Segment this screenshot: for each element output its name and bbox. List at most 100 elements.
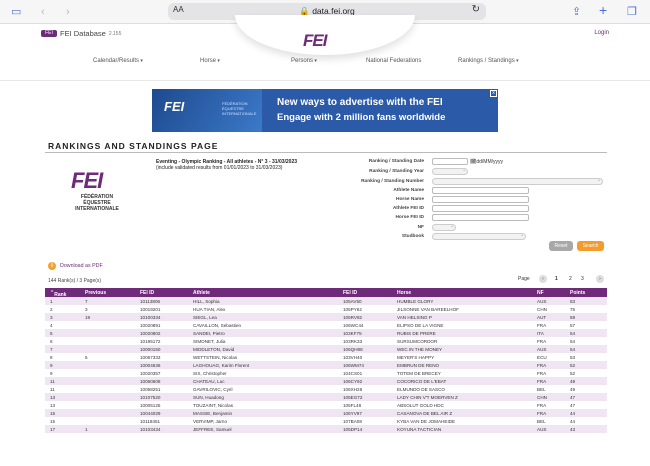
table-row[interactable]: 11 10060608 CHATEAU, Luc 106CY92 COCORICO DE… [45,377,607,385]
nav-national-federations[interactable]: National Federations [366,58,421,64]
cell-horse[interactable]: HUMBLE GLORY [397,299,433,304]
header-nf[interactable]: NF [537,290,544,296]
cell-horse-fei-id[interactable]: 106QH98 [343,347,363,352]
cell-athlete[interactable]: MASSIE, Benjamin [193,411,232,416]
cell-athlete-fei-id[interactable]: 10103434 [140,427,160,432]
page-1-link[interactable]: 1 [555,276,558,282]
download-pdf-link[interactable]: ⇩ Download as PDF [48,262,103,270]
cell-athlete[interactable]: SIMONET, Julia [193,339,225,344]
cell-horse-fei-id[interactable]: 106WM74 [343,363,364,368]
cell-athlete-fei-id[interactable]: 10000150 [140,347,160,352]
header-rank[interactable]: ⌃ Rank [50,290,66,298]
cell-athlete-fei-id[interactable]: 10019201 [140,307,160,312]
cell-athlete-fei-id[interactable]: 10005125 [140,403,160,408]
cell-horse[interactable]: COCORICO DE L'EBAT [397,379,446,384]
cell-athlete-fei-id[interactable]: 10107520 [140,395,160,400]
table-row[interactable]: 7 10000150 MIDDLETON, David 106QH98 WEC IN T… [45,345,607,353]
back-icon[interactable]: ‹ [41,4,45,20]
cell-athlete[interactable]: HILL, Sophia [193,299,220,304]
table-row[interactable]: 9 10020357 SIX, Christopher 104CS01 TOTEM DE… [45,369,607,377]
header-points[interactable]: Points [570,290,585,296]
table-row[interactable]: 5 10020802 SANDEI, Pietro 103KF75 RUBIS DE P… [45,329,607,337]
nav-persons[interactable]: Persons [291,58,317,64]
athlete-name-input[interactable] [432,187,529,194]
table-row[interactable]: 13 10107520 SUN, Huadong 105EG72 LADY CHIN V… [45,393,607,401]
table-row[interactable]: 1 7 10113806 HILL, Sophia 105AV50 HUMBLE GLOR… [45,297,607,305]
cell-horse[interactable]: ABSOLUT GOLD HDC [397,403,444,408]
horse-name-input[interactable] [432,196,529,203]
studbook-select[interactable]: ◦ [432,233,526,240]
cell-athlete[interactable]: SUN, Huadong [193,395,224,400]
nf-select[interactable]: ◦ [432,224,456,231]
table-row[interactable]: 8 5 10067333 WETTSTEIN, Nicolas 103VH40 MEYER… [45,353,607,361]
ranking-year-select[interactable]: ◦ [432,168,468,175]
cell-horse-fei-id[interactable]: 104CS01 [343,371,362,376]
cell-athlete-fei-id[interactable]: 10118451 [140,419,160,424]
cell-athlete[interactable]: VERVIMP, Jarno [193,419,227,424]
cell-horse-fei-id[interactable]: 106CY92 [343,379,362,384]
cell-athlete-fei-id[interactable]: 10100334 [140,315,160,320]
cell-horse-fei-id[interactable]: 106YV97 [343,411,362,416]
cell-horse-fei-id[interactable]: 105FL48 [343,403,361,408]
cell-horse[interactable]: WEC IN THE MONEY [397,347,442,352]
cell-athlete[interactable]: CAVAILLON, Sebastien [193,323,241,328]
cell-athlete-fei-id[interactable]: 10004636 [140,363,160,368]
login-link[interactable]: Login [594,30,609,36]
cell-athlete[interactable]: SIEGL, Lea [193,315,217,320]
nav-horse[interactable]: Horse [200,58,220,64]
nav-calendar-results[interactable]: Calendar/Results [93,58,143,64]
cell-athlete-fei-id[interactable]: 10020891 [140,323,160,328]
table-row[interactable]: 2 3 10019201 HUA TIAN, Alex 105PY62 JILSONNE … [45,305,607,313]
cell-horse[interactable]: ELIPSO DE LA VIGNE [397,323,443,328]
sidebar-icon[interactable]: ▭ [11,4,21,20]
cell-horse[interactable]: MEYER'S HAPPY [397,355,434,360]
header-athlete[interactable]: Athlete [193,290,210,296]
cell-horse[interactable]: CASANOVA DE BEL AIR Z [397,411,452,416]
cell-athlete[interactable]: GAVRILOVIC, Cyril [193,387,232,392]
cell-horse[interactable]: ELMUNDO DE SASCO [397,387,445,392]
table-row[interactable]: 6 10195172 SIMONET, Julia 103RK33 SURSUMCORD… [45,337,607,345]
table-row[interactable]: 15 10044029 MASSIE, Benjamin 106YV97 CASANOV… [45,409,607,417]
cell-athlete[interactable]: WETTSTEIN, Nicolas [193,355,237,360]
table-row[interactable]: 13 10005125 TOUZAINT, Nicolas 105FL48 ABSOLU… [45,401,607,409]
page-2-link[interactable]: 2 [569,276,572,282]
tabs-icon[interactable]: ❐ [627,4,637,20]
cell-horse-fei-id[interactable]: 103KF75 [343,331,362,336]
cell-horse-fei-id[interactable]: 105DP14 [343,427,362,432]
cell-horse[interactable]: RUBIS DE PRERE [397,331,436,336]
table-row[interactable]: 4 10020891 CAVAILLON, Sebastien 106WC44 ELIP… [45,321,607,329]
cell-athlete[interactable]: HUA TIAN, Alex [193,307,225,312]
cell-athlete[interactable]: LAGHOUAG, Karim Florent [193,363,249,368]
forward-icon[interactable]: › [66,4,70,20]
share-icon[interactable]: ⇪ [572,4,581,20]
cell-horse[interactable]: JILSONNE VAN BAREELHOF [397,307,459,312]
cell-horse[interactable]: SURSUMCORDOR [397,339,437,344]
table-row[interactable]: 15 10118451 VERVIMP, Jarno 107BA08 KYBA VAN … [45,417,607,425]
athlete-fei-id-input[interactable] [432,205,529,212]
ranking-number-select[interactable]: ◦ [432,178,603,185]
cell-horse-fei-id[interactable]: 103RK33 [343,339,362,344]
reset-button[interactable]: Reset [549,241,573,251]
ranking-date-input[interactable] [432,158,468,165]
cell-athlete-fei-id[interactable]: 10113806 [140,299,160,304]
search-button[interactable]: Search [577,241,604,251]
cell-athlete[interactable]: SANDEI, Pietro [193,331,225,336]
table-row[interactable]: 9 10004636 LAGHOUAG, Karim Florent 106WM74 E… [45,361,607,369]
cell-athlete-fei-id[interactable]: 10020802 [140,331,160,336]
cell-athlete[interactable]: CHATEAU, Luc [193,379,225,384]
cell-horse-fei-id[interactable]: 105EG72 [343,395,362,400]
header-athlete-fei-id[interactable]: FEI ID [140,290,154,296]
prev-page-icon[interactable]: ‹ [539,275,547,283]
cell-horse[interactable]: TOTEM DE BRECEY [397,371,441,376]
cell-horse-fei-id[interactable]: 106WC44 [343,323,363,328]
cell-horse[interactable]: KYBA VAN DE JOMAHEIDE [397,419,455,424]
cell-athlete-fei-id[interactable]: 10060608 [140,379,160,384]
cell-horse-fei-id[interactable]: 107BA08 [343,419,362,424]
cell-athlete-fei-id[interactable]: 10044029 [140,411,160,416]
header-horse[interactable]: Horse [397,290,411,296]
header-previous[interactable]: Previous [85,290,106,296]
new-tab-icon[interactable]: + [599,2,607,18]
cell-horse[interactable]: VAN HELSING P [397,315,432,320]
cell-horse-fei-id[interactable]: 105AV50 [343,299,362,304]
cell-horse-fei-id[interactable]: 106XH28 [343,387,362,392]
